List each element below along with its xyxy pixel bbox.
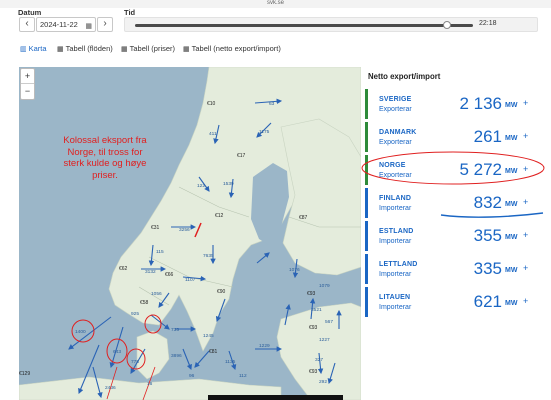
price-label: €17 (237, 153, 246, 159)
flow-label: 1175 (259, 129, 270, 135)
time-value: 22:18 (479, 20, 497, 27)
tab-label: Tabell (netto export/import) (191, 44, 281, 53)
flow-label: 1076 (289, 267, 300, 273)
gulf-of-bothnia (251, 163, 289, 245)
flow-label: 112 (239, 373, 247, 379)
dark-overlay-bar (208, 395, 343, 400)
flow-label: 122 (197, 183, 205, 189)
country-name: DANMARK (379, 129, 417, 136)
price-label: €93 (309, 369, 318, 375)
price-label: €62 (119, 266, 128, 272)
expand-plus-icon[interactable]: + (523, 98, 528, 108)
country-value: 2 136 (459, 94, 502, 113)
price-label: €129 (19, 371, 30, 377)
flow-label: 3896 (171, 353, 182, 359)
price-label: €10 (207, 101, 216, 107)
country-card-sverige[interactable]: SVERIGE Exporterar 2 136 MW + (365, 89, 540, 119)
flow-label: 1056 (151, 291, 162, 297)
tab-tabell-priser[interactable]: ▦ Tabell (priser) (121, 44, 175, 53)
country-name: SVERIGE (379, 96, 412, 103)
price-label: €58 (140, 300, 149, 306)
unit-label: MW (505, 102, 518, 109)
flow-label: 96 (189, 373, 195, 379)
zoom-in-button[interactable]: + (21, 69, 34, 84)
price-label: €90 (217, 289, 226, 295)
flow-label: 1079 (319, 283, 330, 289)
net-export-import-panel: Netto export/import SVERIGE Exporterar 2… (361, 67, 551, 400)
table-icon: ▦ (121, 46, 128, 53)
tab-karta[interactable]: ▥ Karta (20, 44, 47, 53)
price-label: €87 (299, 215, 308, 221)
date-value: 2024-11-22 (40, 20, 78, 29)
tab-label: Tabell (priser) (129, 44, 176, 53)
flow-label: 292 (319, 379, 327, 385)
price-label: €66 (165, 272, 174, 278)
browser-url: svk.se (0, 0, 551, 8)
flow-label: 411 (209, 131, 217, 137)
flow-map[interactable]: €10 €17 €12 €31 €87 €62 €58 €66 €90 €93 … (19, 67, 361, 400)
flow-label: 925 (131, 311, 139, 317)
flow-label: 778 (131, 359, 139, 365)
flow-label: 3521 (311, 307, 322, 313)
chevron-left-icon: ‹ (25, 18, 29, 29)
price-label: €31 (151, 225, 160, 231)
date-label: Datum (18, 8, 42, 17)
country-status: Exporterar (379, 106, 412, 113)
flow-label: 3256 (179, 227, 190, 233)
zoom-control: + − (20, 68, 35, 100)
flow-label: 1107 (185, 277, 196, 283)
flow-label: 3132 (145, 269, 156, 275)
country-status: Exporterar (379, 139, 412, 146)
expand-plus-icon[interactable]: + (523, 131, 528, 141)
flow-label: 115 (156, 249, 164, 255)
flow-label: 7635 (203, 253, 214, 259)
status-bar (365, 89, 368, 119)
map-icon: ▥ (20, 46, 27, 53)
price-label: €12 (215, 213, 224, 219)
table-icon: ▦ (57, 46, 64, 53)
flow-label: 1229 (259, 343, 270, 349)
flow-label: 567 (325, 319, 333, 325)
price-label: €93 (307, 291, 316, 297)
price-label: €93 (309, 325, 318, 331)
time-slider-thumb[interactable] (443, 21, 452, 29)
table-icon: ▦ (183, 46, 190, 53)
land-baltics (276, 302, 361, 400)
tab-tabell-floden[interactable]: ▦ Tabell (flöden) (57, 44, 113, 53)
flow-label: 1400 (75, 329, 86, 335)
map-canvas[interactable]: €10 €17 €12 €31 €87 €62 €58 €66 €90 €93 … (19, 67, 361, 400)
country-value: 261 (473, 127, 502, 146)
calendar-icon[interactable]: ▦ (85, 20, 92, 33)
flow-label: 1227 (319, 337, 330, 343)
red-annotation-marks-sidebar (361, 151, 545, 218)
flow-label: 1245 (203, 333, 214, 339)
next-date-button[interactable]: › (97, 17, 113, 32)
previous-date-button[interactable]: ‹ (19, 17, 35, 32)
flow-label: 16 (147, 381, 153, 387)
flow-label: 735 (171, 327, 179, 333)
red-annotation-text: Kolossal eksport fra Norge, til tross fo… (63, 135, 147, 181)
price-label: €81 (209, 349, 218, 355)
zoom-out-button[interactable]: − (21, 84, 34, 99)
tab-tabell-netto[interactable]: ▦ Tabell (netto export/import) (183, 44, 281, 53)
chevron-right-icon: › (103, 18, 107, 29)
time-slider-track[interactable] (135, 24, 473, 27)
date-input[interactable]: 2024-11-22 ▦ (36, 17, 96, 32)
flow-label: 327 (315, 357, 323, 363)
flow-label: 1135 (225, 359, 236, 365)
time-slider[interactable]: 22:18 (124, 17, 538, 32)
flow-label: 1539 (223, 181, 234, 187)
time-label: Tid (124, 8, 136, 17)
unit-label: MW (505, 135, 518, 142)
flow-label: 2436 (105, 385, 116, 391)
tab-label: Karta (28, 44, 47, 53)
panel-title: Netto export/import (368, 72, 441, 81)
flow-label: 643 (113, 349, 121, 355)
tab-label: Tabell (flöden) (65, 44, 113, 53)
flow-label: 63 (269, 101, 275, 107)
